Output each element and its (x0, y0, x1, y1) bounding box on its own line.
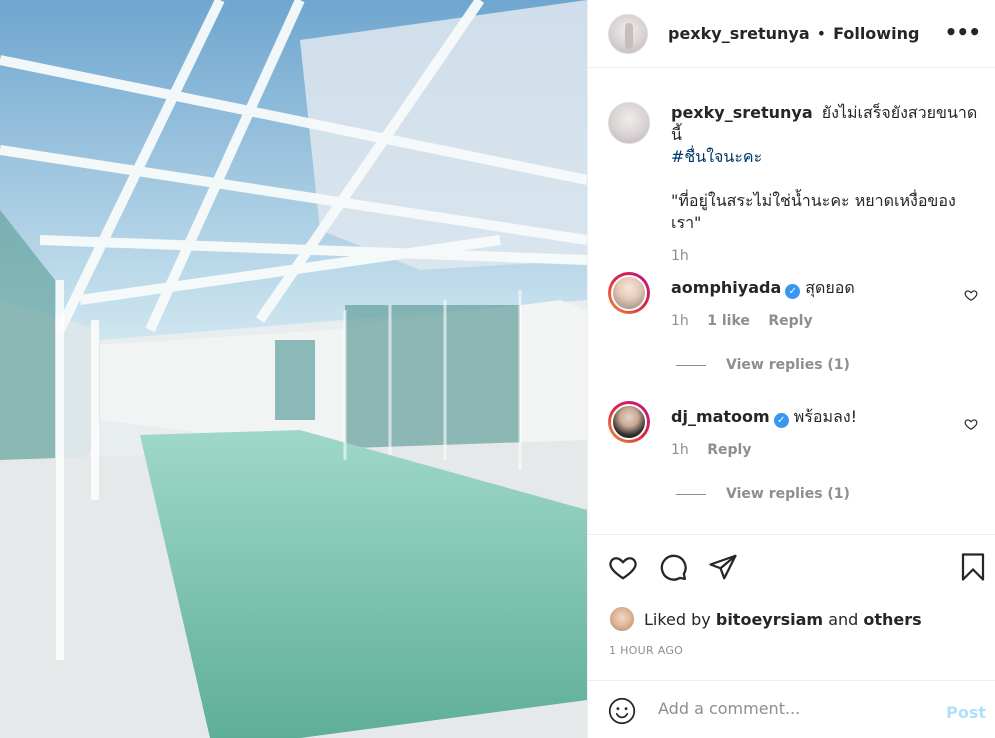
action-bar: Liked by bitoeyrsiam and others 1 HOUR A… (588, 534, 995, 657)
more-icon[interactable]: ••• (945, 22, 981, 42)
comment-body: พร้อมลง! (793, 407, 858, 426)
comment-body: สุดยอด (805, 278, 855, 297)
liked-by-label: Liked by (644, 609, 711, 629)
comment-reply-button[interactable]: Reply (768, 313, 812, 329)
comment-text: aomphiyada ✓ สุดยอด (671, 272, 978, 299)
comment-text: dj_matoom ✓ พร้อมลง! (671, 401, 978, 428)
caption-username[interactable]: pexky_sretunya (671, 103, 813, 122)
caption-quote: "ที่อยู่ในสระไม่ใช่น้ำนะคะ หยาดเหงื่อของ… (671, 191, 956, 232)
liked-by-user[interactable]: bitoeyrsiam (716, 610, 823, 629)
share-icon[interactable] (708, 552, 738, 582)
post-header: pexky_sretunya • Following ••• (588, 0, 995, 68)
liker-avatar[interactable] (610, 607, 634, 631)
author-username[interactable]: pexky_sretunya (668, 24, 810, 43)
comment-item: dj_matoom ✓ พร้อมลง! 1h Reply (608, 401, 978, 458)
comments-list[interactable]: pexky_sretunya ยังไม่เสร็จยังสวยขนาดนี้ … (588, 69, 995, 534)
post-details-panel: pexky_sretunya • Following ••• pexky_sre… (587, 0, 995, 738)
comment-username[interactable]: dj_matoom (671, 407, 770, 426)
caption: pexky_sretunya ยังไม่เสร็จยังสวยขนาดนี้ … (608, 102, 978, 264)
author-avatar[interactable] (608, 13, 648, 54)
emoji-icon[interactable] (608, 697, 636, 725)
post-image[interactable] (0, 0, 587, 738)
caption-hashtag[interactable]: #ชื่นใจนะคะ (671, 147, 762, 166)
commenter-avatar[interactable] (608, 272, 650, 314)
comment-form: Post (588, 680, 995, 738)
caption-text: pexky_sretunya ยังไม่เสร็จยังสวยขนาดนี้ … (671, 102, 978, 234)
comment-heart-icon[interactable] (964, 288, 978, 302)
comment-likes[interactable]: 1 like (707, 313, 750, 329)
view-replies-button[interactable]: View replies (1) (676, 486, 850, 502)
comment-item: aomphiyada ✓ สุดยอด 1h 1 like Reply (608, 272, 978, 329)
comment-heart-icon[interactable] (964, 417, 978, 431)
comment-reply-button[interactable]: Reply (707, 442, 751, 458)
liked-by-others[interactable]: others (863, 610, 921, 629)
heart-icon[interactable] (608, 552, 638, 582)
comment-meta: 1h 1 like Reply (671, 313, 978, 329)
follow-button[interactable]: Following (833, 24, 919, 43)
comment-time[interactable]: 1h (671, 313, 689, 329)
comment-icon[interactable] (658, 552, 688, 582)
verified-badge-icon: ✓ (773, 413, 789, 428)
comment-input[interactable] (658, 699, 938, 718)
bookmark-icon[interactable] (958, 552, 988, 582)
caption-meta: 1h (671, 248, 978, 264)
post-comment-button[interactable]: Post (946, 703, 986, 722)
liked-by-and: and (828, 609, 859, 629)
commenter-avatar[interactable] (608, 401, 650, 443)
liked-by: Liked by bitoeyrsiam and others (610, 607, 922, 631)
comment-meta: 1h Reply (671, 442, 978, 458)
separator-dot: • (816, 24, 827, 43)
caption-time[interactable]: 1h (671, 248, 689, 264)
verified-badge-icon: ✓ (785, 284, 801, 299)
comment-username[interactable]: aomphiyada (671, 278, 781, 297)
post-timestamp[interactable]: 1 HOUR AGO (609, 644, 683, 657)
view-replies-button[interactable]: View replies (1) (676, 357, 850, 373)
comment-time[interactable]: 1h (671, 442, 689, 458)
caption-author-avatar[interactable] (608, 102, 650, 144)
